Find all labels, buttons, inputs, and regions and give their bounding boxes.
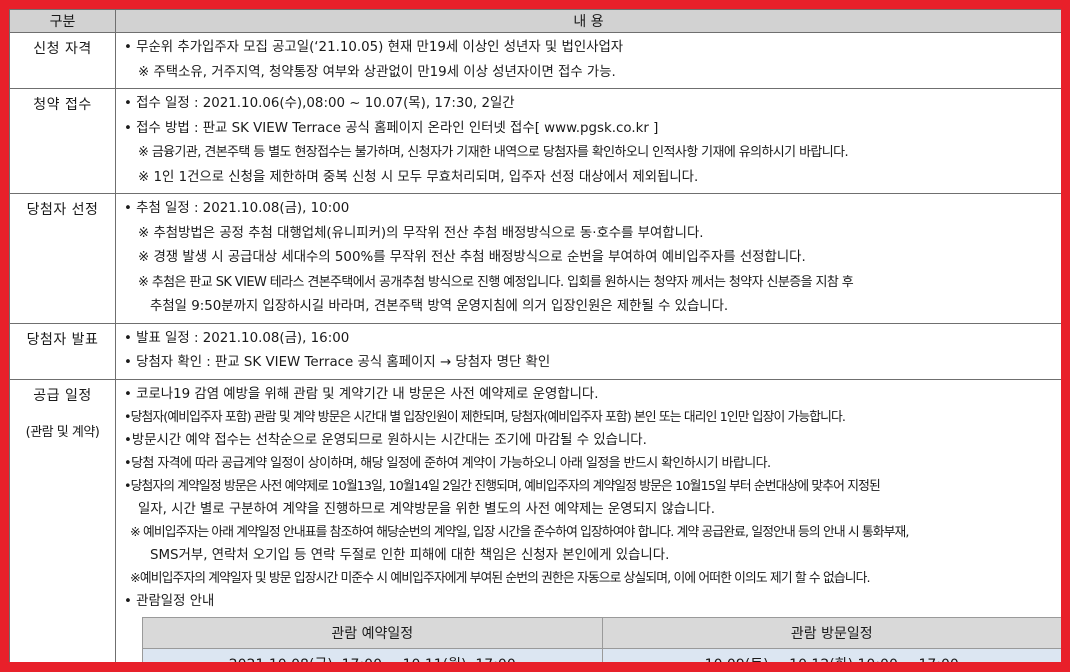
supply-line-2: •당첨자(예비입주자 포함) 관람 및 계약 방문은 시간대 별 입장인원이 제…	[124, 409, 846, 425]
announcement-schedule: • 발표 일정 : 2021.10.08(금), 16:00	[124, 330, 350, 346]
eligibility-line: • 무순위 추가입주자 모집 공고일(‘21.10.05) 현재 만19세 이상…	[124, 40, 624, 55]
content-supply: • 코로나19 감염 예방을 위해 관람 및 계약기간 내 방문은 사전 예약제…	[115, 378, 1061, 662]
row-supply: 공급 일정 (관람 및 계약) • 코로나19 감염 예방을 위해 관람 및 계…	[9, 378, 1061, 662]
notice-sheet: 구분 내 용 신청 자격 • 무순위 추가입주자 모집 공고일(‘21.10.0…	[9, 9, 1061, 662]
supply-note-1: ※ 예비입주자는 아래 계약일정 안내표를 참조하여 해당순번의 계약일, 입장…	[130, 524, 909, 540]
label-eligibility: 신청 자격	[9, 32, 116, 89]
label-announcement: 당첨자 발표	[9, 322, 116, 380]
supply-line-5: •당첨자의 계약일정 방문은 사전 예약제로 10월13일, 10월14일 2일…	[124, 478, 881, 494]
viewing-visit-header: 관람 방문일정	[601, 616, 1061, 649]
header-category: 구분	[9, 9, 116, 33]
content-announcement: • 발표 일정 : 2021.10.08(금), 16:00 • 당첨자 확인 …	[115, 322, 1061, 380]
viewing-schedule-header: 관람 예약일정 관람 방문일정	[142, 616, 1061, 649]
supply-line-4: •당첨 자격에 따라 공급계약 일정이 상이하며, 해당 일정에 준하여 계약이…	[124, 455, 771, 471]
content-selection: • 추첨 일정 : 2021.10.08(금), 10:00 ※ 추첨방법은 공…	[115, 193, 1061, 324]
content-eligibility: • 무순위 추가입주자 모집 공고일(‘21.10.05) 현재 만19세 이상…	[115, 32, 1061, 89]
selection-note-3-cont: 추첨일 9:50분까지 입장하시길 바라며, 견본주택 방역 운영지침에 의거 …	[150, 299, 729, 314]
selection-note-1: ※ 추첨방법은 공정 추첨 대행업체(유니피커)의 무작위 전산 추첨 배정방식…	[138, 225, 704, 241]
viewing-schedule-values: 2021.10.08(금), 17:00 ~ 10.11(월), 17:00 1…	[142, 647, 1061, 662]
row-application: 청약 접수 • 접수 일정 : 2021.10.06(수),08:00 ~ 10…	[9, 88, 1061, 194]
header-row: 구분 내 용	[9, 9, 1061, 33]
viewing-reservation-header: 관람 예약일정	[142, 616, 603, 649]
supply-line-6: 일자, 시간 별로 구분하여 계약을 진행하므로 계약방문을 위한 별도의 사전…	[138, 501, 716, 517]
supply-schedule-title: • 관람일정 안내	[124, 593, 215, 609]
label-supply: 공급 일정 (관람 및 계약)	[9, 378, 116, 662]
supply-note-2: ※예비입주자의 계약일자 및 방문 입장시간 미준수 시 예비입주자에게 부여된…	[130, 570, 871, 586]
supply-label: 공급 일정	[33, 387, 92, 404]
supply-sublabel: (관람 및 계약)	[25, 424, 100, 440]
application-method: • 접수 방법 : 판교 SK VIEW Terrace 공식 홈페이지 온라인…	[124, 120, 659, 136]
selection-schedule: • 추첨 일정 : 2021.10.08(금), 10:00	[124, 201, 350, 216]
row-eligibility: 신청 자격 • 무순위 추가입주자 모집 공고일(‘21.10.05) 현재 만…	[9, 32, 1061, 89]
application-note-2: ※ 1인 1건으로 신청을 제한하며 중복 신청 시 모두 무효처리되며, 입주…	[138, 169, 699, 185]
row-selection: 당첨자 선정 • 추첨 일정 : 2021.10.08(금), 10:00 ※ …	[9, 193, 1061, 324]
supply-note-1-cont: SMS거부, 연락처 오기입 등 연락 두절로 인한 피해에 대한 책임은 신청…	[150, 547, 670, 563]
supply-line-1: • 코로나19 감염 예방을 위해 관람 및 계약기간 내 방문은 사전 예약제…	[124, 386, 599, 402]
selection-note-2: ※ 경쟁 발생 시 공급대상 세대수의 500%를 무작위 전산 추첨 배정방식…	[138, 250, 806, 265]
notice-table: 구분 내 용 신청 자격 • 무순위 추가입주자 모집 공고일(‘21.10.0…	[9, 9, 1061, 662]
header-content: 내 용	[115, 9, 1061, 33]
application-note-1: ※ 금융기관, 견본주택 등 별도 현장접수는 불가하며, 신청자가 기재한 내…	[138, 145, 849, 160]
label-application: 청약 접수	[9, 88, 116, 194]
eligibility-note: ※ 주택소유, 거주지역, 청약통장 여부와 상관없이 만19세 이상 성년자이…	[138, 64, 616, 80]
supply-line-3: •방문시간 예약 접수는 선착순으로 운영되므로 원하시는 시간대는 조기에 마…	[124, 432, 647, 448]
row-announcement: 당첨자 발표 • 발표 일정 : 2021.10.08(금), 16:00 • …	[9, 322, 1061, 380]
announcement-check: • 당첨자 확인 : 판교 SK VIEW Terrace 공식 홈페이지 → …	[124, 355, 551, 370]
viewing-schedule-table: 관람 예약일정 관람 방문일정 2021.10.08(금), 17:00 ~ 1…	[142, 616, 1061, 662]
viewing-visit-value: 10.09(토) ~ 10.12(화),10:00 ~ 17:00	[601, 647, 1061, 662]
label-selection: 당첨자 선정	[9, 193, 116, 324]
content-application: • 접수 일정 : 2021.10.06(수),08:00 ~ 10.07(목)…	[115, 88, 1061, 194]
viewing-reservation-value: 2021.10.08(금), 17:00 ~ 10.11(월), 17:00	[142, 647, 603, 662]
application-schedule: • 접수 일정 : 2021.10.06(수),08:00 ~ 10.07(목)…	[124, 96, 515, 111]
selection-note-3: ※ 추첨은 판교 SK VIEW 테라스 견본주택에서 공개추첨 방식으로 진행…	[138, 274, 854, 290]
